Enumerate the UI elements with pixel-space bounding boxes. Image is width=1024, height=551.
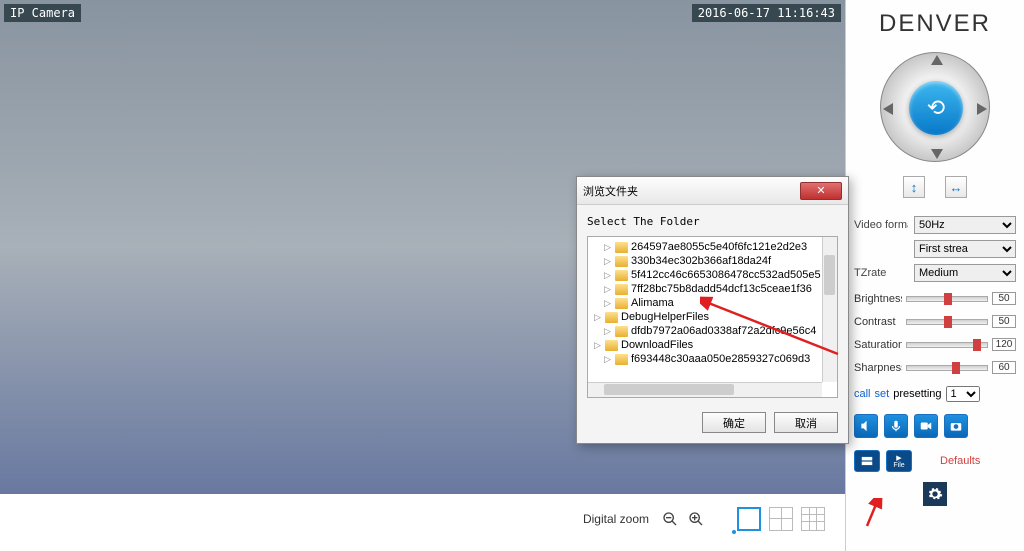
preset-set-link[interactable]: set <box>875 388 890 400</box>
folder-icon <box>615 284 628 295</box>
ok-button[interactable]: 确定 <box>702 412 766 433</box>
camera-label: IP Camera <box>4 4 81 22</box>
folder-icon <box>605 340 618 351</box>
layout-3x3-button[interactable] <box>801 507 825 531</box>
folder-item[interactable]: ▷dfdb7972a06ad0338af72a2dfc9e56c4 <box>588 324 837 338</box>
dialog-titlebar[interactable]: 浏览文件夹 ✕ <box>577 177 848 205</box>
ptzrate-select[interactable]: Medium <box>914 264 1016 282</box>
layout-2x2-button[interactable] <box>769 507 793 531</box>
stream-select[interactable]: First strea <box>914 240 1016 258</box>
folder-icon <box>615 256 628 267</box>
brightness-value: 50 <box>992 292 1016 305</box>
camera-timestamp: 2016-06-17 11:16:43 <box>692 4 841 22</box>
browse-folder-dialog: 浏览文件夹 ✕ Select The Folder ▷264597ae8055c… <box>576 176 849 444</box>
saturation-slider[interactable] <box>906 342 988 348</box>
storage-button[interactable] <box>854 450 880 472</box>
saturation-value: 120 <box>992 338 1016 351</box>
folder-icon <box>615 270 628 281</box>
brightness-label: Brightness <box>854 293 902 305</box>
ptz-right-button[interactable] <box>977 103 987 115</box>
preset-select[interactable]: 1 <box>946 386 980 402</box>
expand-horizontal-button[interactable]: ↔ <box>945 176 967 198</box>
ptz-up-button[interactable] <box>931 55 943 65</box>
mic-button[interactable] <box>884 414 908 438</box>
close-button[interactable]: ✕ <box>800 182 842 200</box>
preset-call-link[interactable]: call <box>854 388 871 400</box>
audio-button[interactable] <box>854 414 878 438</box>
ptzrate-label: TZrate <box>854 267 908 279</box>
ptz-refresh-button[interactable]: ⟲ <box>909 81 963 135</box>
defaults-link[interactable]: Defaults <box>940 455 980 467</box>
contrast-label: Contrast <box>854 316 902 328</box>
dialog-instruction: Select The Folder <box>587 215 838 228</box>
zoom-out-icon[interactable] <box>661 510 679 528</box>
ptz-dial: ⟲ <box>880 52 990 162</box>
video-format-select[interactable]: 50Hz <box>914 216 1016 234</box>
layout-1x1-button[interactable] <box>737 507 761 531</box>
digital-zoom-label: Digital zoom <box>583 512 649 526</box>
folder-item[interactable]: ▷264597ae8055c5e40f6fc121e2d2e3 <box>588 240 837 254</box>
folder-item[interactable]: ▷7ff28bc75b8dadd54dcf13c5ceae1f36 <box>588 282 837 296</box>
video-toolbar: Digital zoom <box>0 496 845 541</box>
folder-tree[interactable]: ▷264597ae8055c5e40f6fc121e2d2e3 ▷330b34e… <box>587 236 838 398</box>
folder-icon <box>605 312 618 323</box>
contrast-value: 50 <box>992 315 1016 328</box>
folder-icon <box>615 326 628 337</box>
ptz-down-button[interactable] <box>931 149 943 159</box>
settings-button[interactable] <box>923 482 947 506</box>
sharpness-value: 60 <box>992 361 1016 374</box>
folder-item[interactable]: ▷DebugHelperFiles <box>588 310 837 324</box>
cancel-button[interactable]: 取消 <box>774 412 838 433</box>
dialog-title: 浏览文件夹 <box>583 183 638 199</box>
folder-icon <box>615 298 628 309</box>
expand-vertical-button[interactable]: ↕ <box>903 176 925 198</box>
brightness-slider[interactable] <box>906 296 988 302</box>
sharpness-slider[interactable] <box>906 365 988 371</box>
brand-logo: DENVER <box>854 10 1016 38</box>
saturation-label: Saturation <box>854 339 902 351</box>
folder-item[interactable]: ▷DownloadFiles <box>588 338 837 352</box>
record-button[interactable] <box>914 414 938 438</box>
video-format-label: Video format <box>854 219 908 231</box>
ptz-left-button[interactable] <box>883 103 893 115</box>
control-panel: DENVER ⟲ ↕ ↔ Video format 50Hz First str… <box>845 0 1024 551</box>
folder-item[interactable]: ▷Alimama <box>588 296 837 310</box>
vertical-scrollbar[interactable] <box>822 237 837 382</box>
snapshot-button[interactable] <box>944 414 968 438</box>
folder-icon <box>615 354 628 365</box>
file-button[interactable]: ▶File <box>886 450 912 472</box>
folder-icon <box>615 242 628 253</box>
horizontal-scrollbar[interactable] <box>588 382 822 397</box>
folder-item[interactable]: ▷330b34ec302b366af18da24f <box>588 254 837 268</box>
preset-label: presetting <box>893 388 941 400</box>
folder-item[interactable]: ▷5f412cc46c6653086478cc532ad505e5 <box>588 268 837 282</box>
folder-item[interactable]: ▷f693448c30aaa050e2859327c069d3 <box>588 352 837 366</box>
sharpness-label: Sharpness <box>854 362 902 374</box>
zoom-in-icon[interactable] <box>687 510 705 528</box>
contrast-slider[interactable] <box>906 319 988 325</box>
